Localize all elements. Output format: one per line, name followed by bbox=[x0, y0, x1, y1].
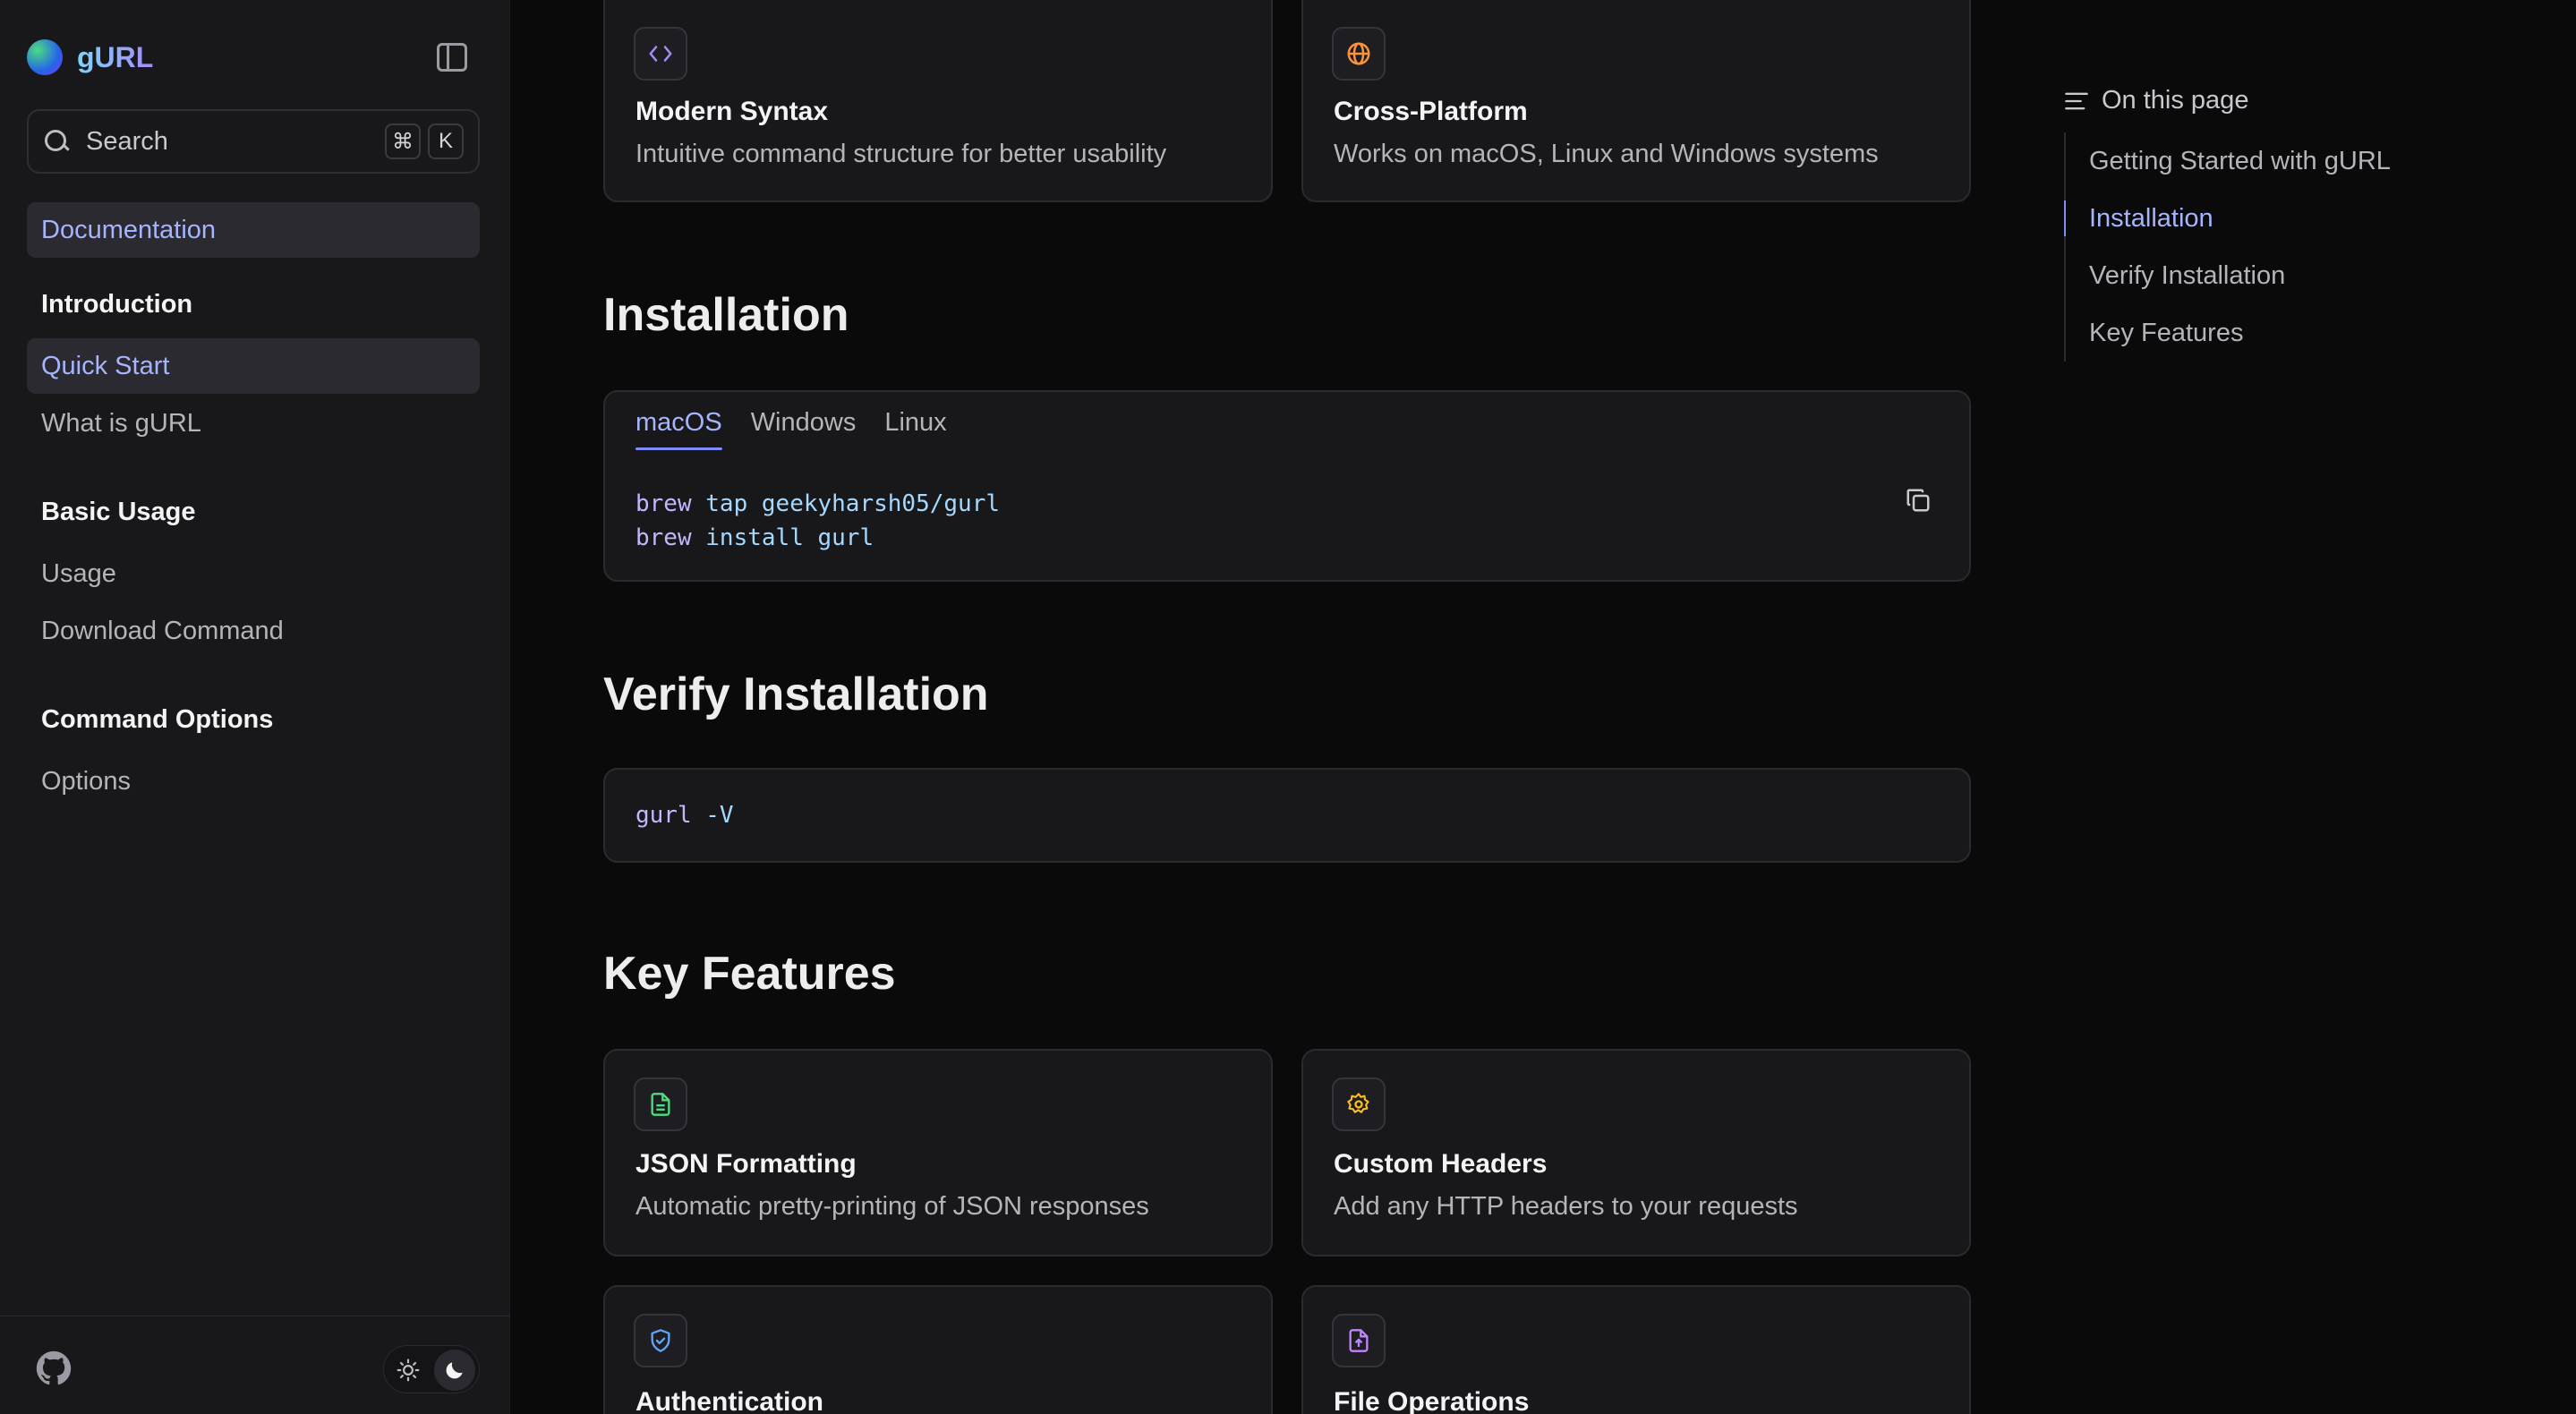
sidebar-item-documentation[interactable]: Documentation bbox=[27, 202, 480, 258]
card-title: Custom Headers bbox=[1334, 1149, 1548, 1179]
os-tabs: macOS Windows Linux bbox=[635, 408, 947, 450]
sidebar-item-options[interactable]: Options bbox=[27, 754, 480, 809]
code-snippet: gurl -V bbox=[635, 798, 734, 832]
card-title: Cross-Platform bbox=[1334, 97, 1528, 126]
card-description: Works on macOS, Linux and Windows system… bbox=[1334, 140, 1879, 168]
theme-toggle[interactable] bbox=[383, 1345, 480, 1393]
sidebar-section-basic-usage: Basic Usage bbox=[41, 498, 196, 526]
brand-name: gURL bbox=[77, 40, 154, 73]
feature-card-custom-headers: Custom Headers Add any HTTP headers to y… bbox=[1301, 1049, 1971, 1256]
search-input[interactable]: Search ⌘ K bbox=[27, 109, 480, 174]
sidebar-section-introduction: Introduction bbox=[41, 290, 193, 319]
sidebar-item-usage[interactable]: Usage bbox=[27, 546, 480, 601]
copy-icon[interactable] bbox=[1905, 487, 1932, 514]
sun-icon[interactable] bbox=[393, 1355, 423, 1385]
card-title: File Operations bbox=[1334, 1387, 1530, 1414]
heading-verify-installation: Verify Installation bbox=[603, 669, 989, 720]
sidebar-toggle-icon[interactable] bbox=[437, 43, 467, 72]
toc-item-getting-started[interactable]: Getting Started with gURL bbox=[2066, 132, 2391, 190]
feature-card-file-operations: File Operations bbox=[1301, 1285, 1971, 1414]
file-text-icon bbox=[634, 1078, 687, 1131]
code-args: -V bbox=[691, 802, 734, 829]
sidebar-item-what-is-gurl[interactable]: What is gURL bbox=[27, 396, 480, 451]
tab-windows[interactable]: Windows bbox=[751, 408, 857, 448]
globe-icon bbox=[1332, 27, 1386, 81]
sidebar-item-download-command[interactable]: Download Command bbox=[27, 603, 480, 659]
search-icon bbox=[43, 128, 70, 155]
card-title: Authentication bbox=[635, 1387, 823, 1414]
tab-linux[interactable]: Linux bbox=[884, 408, 946, 448]
code-snippet: brew tap geekyharsh05/gurl brew install … bbox=[635, 487, 1000, 555]
sidebar: gURL Search ⌘ K Documentation Introducti… bbox=[0, 0, 510, 1414]
search-placeholder: Search bbox=[86, 126, 168, 156]
feature-card-cross-platform: Cross-Platform Works on macOS, Linux and… bbox=[1301, 0, 1971, 202]
tab-macos[interactable]: macOS bbox=[635, 408, 722, 450]
command-key-badge: ⌘ bbox=[385, 124, 421, 159]
sidebar-item-quick-start[interactable]: Quick Start bbox=[27, 338, 480, 394]
moon-icon[interactable] bbox=[434, 1350, 475, 1391]
card-title: Modern Syntax bbox=[635, 97, 829, 126]
code-args: install gurl bbox=[691, 524, 874, 551]
verify-code-block: gurl -V bbox=[603, 768, 1971, 863]
card-description: Add any HTTP headers to your requests bbox=[1334, 1192, 1798, 1221]
toc-header: On this page bbox=[2064, 86, 2248, 115]
toc-title: On this page bbox=[2102, 86, 2249, 115]
sidebar-footer bbox=[0, 1316, 510, 1414]
card-description: Intuitive command structure for better u… bbox=[635, 140, 1167, 168]
k-key-badge: K bbox=[428, 124, 464, 159]
feature-card-json-formatting: JSON Formatting Automatic pretty-printin… bbox=[603, 1049, 1273, 1256]
sidebar-section-command-options: Command Options bbox=[41, 705, 274, 734]
code-command: brew bbox=[635, 524, 692, 551]
toc-item-verify-installation[interactable]: Verify Installation bbox=[2066, 247, 2391, 304]
toc-item-installation[interactable]: Installation bbox=[2064, 190, 2391, 247]
shield-check-icon bbox=[634, 1314, 687, 1367]
code-icon bbox=[634, 27, 687, 81]
heading-installation: Installation bbox=[603, 289, 849, 341]
logo-icon bbox=[27, 39, 63, 75]
heading-key-features: Key Features bbox=[603, 948, 896, 1000]
list-icon bbox=[2065, 92, 2088, 109]
code-args: tap geekyharsh05/gurl bbox=[691, 490, 1000, 517]
installation-code-block: macOS Windows Linux brew tap geekyharsh0… bbox=[603, 390, 1971, 582]
card-description: Automatic pretty-printing of JSON respon… bbox=[635, 1192, 1149, 1221]
toc-item-key-features[interactable]: Key Features bbox=[2066, 304, 2391, 362]
code-command: brew bbox=[635, 490, 692, 517]
gear-icon bbox=[1332, 1078, 1386, 1131]
github-icon[interactable] bbox=[36, 1350, 72, 1386]
brand[interactable]: gURL bbox=[27, 38, 153, 77]
toc-list: Getting Started with gURL Installation V… bbox=[2064, 132, 2391, 362]
feature-card-modern-syntax: Modern Syntax Intuitive command structur… bbox=[603, 0, 1273, 202]
file-upload-icon bbox=[1332, 1314, 1386, 1367]
feature-card-authentication: Authentication bbox=[603, 1285, 1273, 1414]
code-command: gurl bbox=[635, 802, 692, 829]
card-title: JSON Formatting bbox=[635, 1149, 857, 1179]
